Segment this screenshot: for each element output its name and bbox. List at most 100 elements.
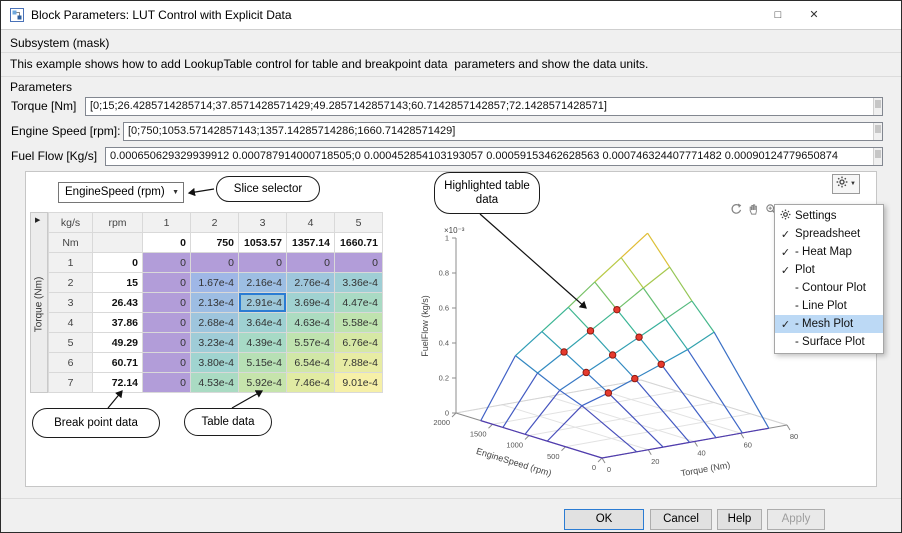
col-breakpoint-cell[interactable]: 1357.14 — [286, 232, 335, 253]
row-number-header[interactable]: 6 — [48, 352, 93, 373]
table-data-cell[interactable]: 4.39e-4 — [238, 332, 287, 353]
table-data-cell[interactable]: 2.76e-4 — [286, 272, 335, 293]
table-data-cell[interactable]: 7.88e-4 — [334, 352, 383, 373]
table-data-cell[interactable]: 9.01e-4 — [334, 372, 383, 393]
row-number-header[interactable]: 1 — [48, 252, 93, 273]
col-units-label: rpm — [92, 212, 143, 233]
menu-item-heat-map[interactable]: ✓ - Heat Map — [775, 243, 883, 261]
field-value: 0.000650629329939912 0.00078791400071850… — [110, 150, 838, 162]
field-scrollbar[interactable] — [873, 123, 882, 140]
table-data-cell[interactable]: 4.47e-4 — [334, 292, 383, 313]
table-data-cell[interactable]: 0 — [142, 312, 191, 333]
table-data-cell[interactable]: 6.54e-4 — [286, 352, 335, 373]
settings-gear-button[interactable]: ▼ — [832, 174, 860, 194]
field-label-fuel-flow-kg-s: Fuel Flow [Kg/s] — [11, 149, 98, 163]
col-number-header[interactable]: 4 — [286, 212, 335, 233]
col-breakpoint-cell[interactable]: 0 — [142, 232, 191, 253]
table-data-cell[interactable]: 0 — [142, 292, 191, 313]
help-button[interactable]: Help — [717, 509, 762, 530]
table-data-cell[interactable]: 1.67e-4 — [190, 272, 239, 293]
row-breakpoint-cell[interactable]: 15 — [92, 272, 143, 293]
maximize-button[interactable]: □ — [761, 1, 795, 29]
table-data-cell[interactable]: 4.53e-4 — [190, 372, 239, 393]
table-data-cell[interactable]: 0 — [142, 352, 191, 373]
row-breakpoint-cell[interactable]: 49.29 — [92, 332, 143, 353]
table-data-cell[interactable]: 0 — [190, 252, 239, 273]
row-breakpoint-cell[interactable]: 0 — [92, 252, 143, 273]
table-data-cell[interactable]: 0 — [142, 372, 191, 393]
row-number-header[interactable]: 5 — [48, 332, 93, 353]
table-data-cell[interactable]: 2.91e-4 — [238, 292, 287, 313]
corner-blank — [92, 232, 143, 253]
table-data-cell[interactable]: 0 — [286, 252, 335, 273]
col-breakpoint-cell[interactable]: 750 — [190, 232, 239, 253]
pan-icon[interactable] — [746, 202, 761, 217]
row-number-header[interactable]: 7 — [48, 372, 93, 393]
row-breakpoint-cell[interactable]: 60.71 — [92, 352, 143, 373]
col-number-header[interactable]: 5 — [334, 212, 383, 233]
menu-item-spreadsheet[interactable]: ✓ Spreadsheet — [775, 225, 883, 243]
table-data-cell[interactable]: 7.46e-4 — [286, 372, 335, 393]
table-data-cell[interactable]: 2.16e-4 — [238, 272, 287, 293]
table-data-cell[interactable]: 0 — [142, 252, 191, 273]
row-number-header[interactable]: 4 — [48, 312, 93, 333]
menu-item-mesh-plot[interactable]: ✓ - Mesh Plot — [775, 315, 883, 333]
menu-item-contour-plot[interactable]: - Contour Plot — [775, 279, 883, 297]
cancel-button[interactable]: Cancel — [650, 509, 712, 530]
close-button[interactable]: ✕ — [797, 1, 831, 29]
table-data-cell[interactable]: 5.57e-4 — [286, 332, 335, 353]
col-number-header[interactable]: 3 — [238, 212, 287, 233]
table-data-cell[interactable]: 3.23e-4 — [190, 332, 239, 353]
table-data-cell[interactable]: 6.76e-4 — [334, 332, 383, 353]
field-label-engine-speed-rpm: Engine Speed [rpm]: — [11, 124, 121, 138]
table-data-cell[interactable]: 3.64e-4 — [238, 312, 287, 333]
table-data-cell[interactable]: 4.63e-4 — [286, 312, 335, 333]
row-breakpoint-cell[interactable]: 26.43 — [92, 292, 143, 313]
row-breakpoint-cell[interactable]: 37.86 — [92, 312, 143, 333]
field-input-torque-nm[interactable]: [0;15;26.4285714285714;37.8571428571429;… — [85, 97, 883, 116]
col-number-header[interactable]: 2 — [190, 212, 239, 233]
svg-text:0.2: 0.2 — [439, 374, 449, 383]
table-data-cell[interactable]: 5.15e-4 — [238, 352, 287, 373]
menu-item-line-plot[interactable]: - Line Plot — [775, 297, 883, 315]
row-number-header[interactable]: 2 — [48, 272, 93, 293]
table-data-cell[interactable]: 0 — [142, 332, 191, 353]
svg-text:500: 500 — [547, 452, 560, 461]
menu-item-label: - Line Plot — [795, 300, 847, 312]
menu-item-label: - Mesh Plot — [795, 318, 854, 330]
row-number-header[interactable]: 3 — [48, 292, 93, 313]
field-input-engine-speed-rpm[interactable]: [0;750;1053.57142857143;1357.14285714286… — [123, 122, 883, 141]
titlebar: Block Parameters: LUT Control with Expli… — [1, 1, 901, 30]
table-data-cell[interactable]: 5.58e-4 — [334, 312, 383, 333]
mesh-plot[interactable]: 020406080050010001500200000.20.40.60.81×… — [418, 200, 808, 480]
menu-item-plot[interactable]: ✓ Plot — [775, 261, 883, 279]
svg-text:0: 0 — [445, 409, 449, 418]
row-breakpoint-cell[interactable]: 72.14 — [92, 372, 143, 393]
field-scrollbar[interactable] — [873, 98, 882, 115]
table-data-cell[interactable]: 3.69e-4 — [286, 292, 335, 313]
col-breakpoint-cell[interactable]: 1660.71 — [334, 232, 383, 253]
menu-item-label: Spreadsheet — [795, 228, 861, 240]
menu-item-settings[interactable]: Settings — [775, 207, 883, 225]
ok-button[interactable]: OK — [564, 509, 644, 530]
svg-text:EngineSpeed (rpm): EngineSpeed (rpm) — [475, 446, 553, 478]
field-scrollbar[interactable] — [873, 148, 882, 165]
menu-item-surface-plot[interactable]: - Surface Plot — [775, 333, 883, 351]
col-number-header[interactable]: 1 — [142, 212, 191, 233]
table-data-cell[interactable]: 0 — [334, 252, 383, 273]
svg-text:40: 40 — [697, 449, 705, 458]
slice-selector-dropdown[interactable]: EngineSpeed (rpm) ▼ — [58, 182, 184, 203]
lookup-spreadsheet[interactable]: kg/s rpm 1 2 3 4 5 Nm 0 750 1053.57 1357.14 1660.71 1… — [48, 212, 383, 393]
expand-arrow-icon[interactable]: ▶ — [35, 216, 40, 224]
rotate-3d-icon[interactable] — [728, 202, 743, 217]
table-data-cell[interactable]: 2.13e-4 — [190, 292, 239, 313]
field-input-fuel-flow-kg-s[interactable]: 0.000650629329939912 0.00078791400071850… — [105, 147, 883, 166]
col-breakpoint-cell[interactable]: 1053.57 — [238, 232, 287, 253]
table-data-cell[interactable]: 3.80e-4 — [190, 352, 239, 373]
table-data-cell[interactable]: 0 — [142, 272, 191, 293]
table-data-cell[interactable]: 5.92e-4 — [238, 372, 287, 393]
callout-slice-selector: Slice selector — [216, 176, 320, 202]
table-data-cell[interactable]: 2.68e-4 — [190, 312, 239, 333]
table-data-cell[interactable]: 0 — [238, 252, 287, 273]
table-data-cell[interactable]: 3.36e-4 — [334, 272, 383, 293]
